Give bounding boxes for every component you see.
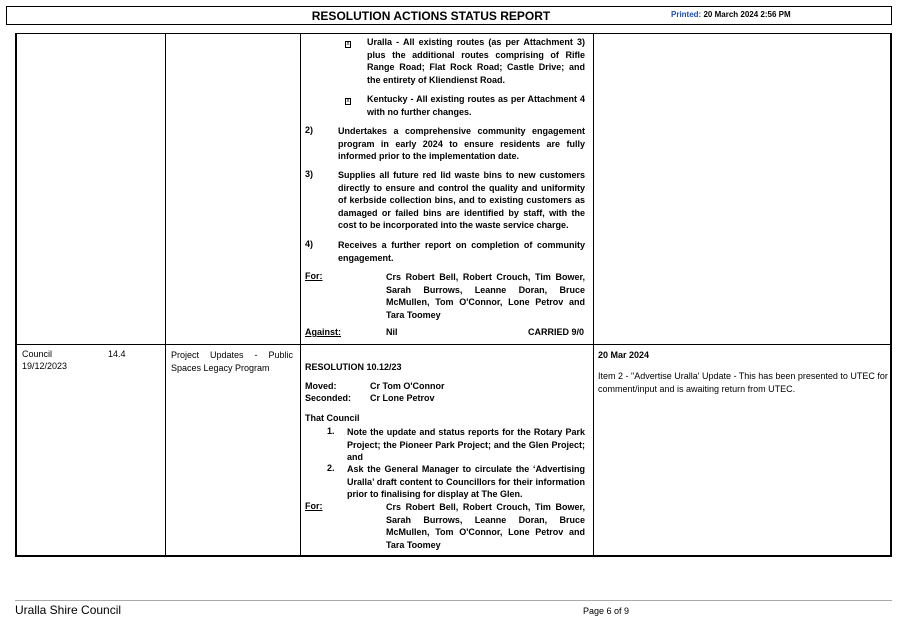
meeting-date: 19/12/2023	[22, 361, 68, 371]
footer-page: Page 6 of 9	[583, 606, 630, 616]
moved-value: Cr Tom O'Connor	[370, 381, 445, 391]
resolution-item: Receives a further report on completion …	[338, 240, 585, 263]
for-councillors: Crs Robert Bell, Robert Crouch, Tim Bowe…	[386, 272, 585, 320]
item-subject: Project Updates - Public Spaces Legacy P…	[171, 350, 293, 373]
carried-status: CARRIED 9/0	[528, 327, 585, 337]
item-number: 2.	[327, 463, 335, 473]
seconded-label: Seconded:	[305, 393, 352, 403]
resolution-number: RESOLUTION 10.12/23	[305, 362, 402, 372]
for-label: For:	[305, 501, 323, 511]
that-council: That Council	[305, 413, 360, 423]
meeting-type: Council	[22, 349, 53, 359]
resolution-item: Undertakes a comprehensive community eng…	[338, 126, 585, 161]
column-divider	[300, 33, 301, 557]
checkbox-icon: x	[345, 98, 351, 105]
column-divider	[165, 33, 166, 557]
bullet-kentucky: Kentucky - All existing routes as per At…	[367, 94, 585, 117]
checkbox-icon: x	[345, 41, 351, 48]
against-label: Against:	[305, 327, 341, 337]
item-number: 3)	[305, 169, 314, 179]
report-header: RESOLUTION ACTIONS STATUS REPORT Printed…	[6, 6, 892, 25]
resolution-item: Supplies all future red lid waste bins t…	[338, 170, 585, 230]
row-divider	[15, 344, 892, 345]
seconded-value: Cr Lone Petrov	[370, 393, 435, 403]
printed-stamp: Printed: 20 March 2024 2:56 PM	[671, 10, 791, 19]
resolution-item: Note the update and status reports for t…	[347, 427, 585, 462]
footer-divider	[15, 600, 892, 601]
footer-org: Uralla Shire Council	[15, 603, 122, 617]
item-number: 4)	[305, 239, 314, 249]
column-divider	[593, 33, 594, 557]
item-number: 2)	[305, 125, 314, 135]
item-number-cell: 14.4	[108, 349, 126, 359]
status-date: 20 Mar 2024	[598, 350, 650, 360]
bullet-uralla: Uralla - All existing routes (as per Att…	[367, 37, 585, 85]
item-number: 1.	[327, 426, 335, 436]
resolution-item: Ask the General Manager to circulate the…	[347, 464, 585, 499]
printed-value: 20 March 2024 2:56 PM	[703, 10, 791, 19]
for-label: For:	[305, 271, 323, 281]
against-value: Nil	[386, 327, 398, 337]
moved-label: Moved:	[305, 381, 337, 391]
status-comment: Item 2 - "Advertise Uralla' Update - Thi…	[598, 371, 888, 394]
printed-label: Printed:	[671, 10, 702, 19]
for-councillors: Crs Robert Bell, Robert Crouch, Tim Bowe…	[386, 502, 585, 550]
